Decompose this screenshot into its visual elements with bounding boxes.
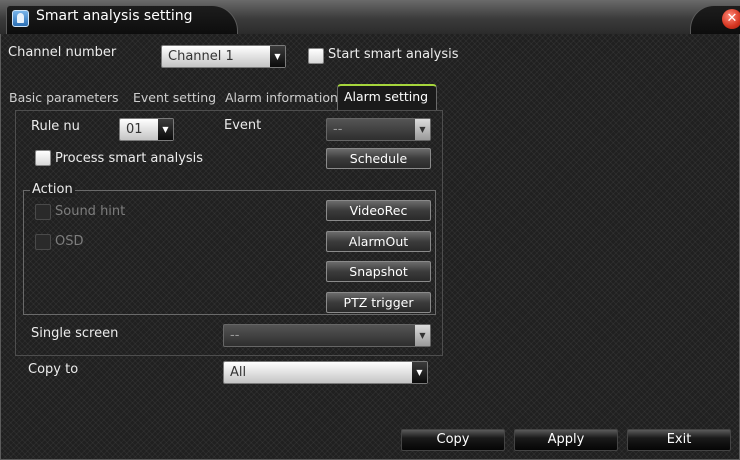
event-select[interactable]: -- ▼ <box>326 118 431 141</box>
chevron-down-icon: ▼ <box>412 362 427 383</box>
tab-event-setting[interactable]: Event setting <box>133 86 216 110</box>
event-label: Event <box>224 118 262 133</box>
start-smart-analysis-checkbox[interactable] <box>308 48 324 64</box>
copy-to-value: All <box>230 365 247 380</box>
sound-hint-checkbox[interactable] <box>35 204 51 220</box>
start-smart-analysis-label: Start smart analysis <box>328 47 459 62</box>
sound-hint-label: Sound hint <box>55 204 126 219</box>
chevron-down-icon: ▼ <box>415 119 430 140</box>
chevron-down-icon: ▼ <box>270 46 285 67</box>
tab-alarm-setting[interactable]: Alarm setting <box>337 84 438 110</box>
schedule-button[interactable]: Schedule <box>326 148 431 169</box>
copy-button[interactable]: Copy <box>401 429 505 451</box>
camera-icon <box>12 10 29 27</box>
videorec-button[interactable]: VideoRec <box>326 200 431 221</box>
channel-select[interactable]: Channel 1 ▼ <box>161 45 286 68</box>
event-select-value: -- <box>333 122 343 137</box>
rule-number-value: 01 <box>126 122 143 137</box>
process-smart-analysis-label: Process smart analysis <box>55 151 204 166</box>
snapshot-button[interactable]: Snapshot <box>326 261 431 282</box>
channel-select-value: Channel 1 <box>168 49 234 64</box>
ptz-trigger-button[interactable]: PTZ trigger <box>326 292 431 313</box>
tab-basic-parameters[interactable]: Basic parameters <box>9 86 119 110</box>
close-icon[interactable]: ✕ <box>722 9 740 29</box>
process-smart-analysis-checkbox[interactable] <box>35 150 51 166</box>
chevron-down-icon: ▼ <box>158 119 173 140</box>
tab-alarm-information[interactable]: Alarm information <box>225 86 338 110</box>
exit-button[interactable]: Exit <box>627 429 731 451</box>
chevron-down-icon: ▼ <box>415 325 430 346</box>
channel-number-label: Channel number <box>8 45 117 60</box>
rule-number-select[interactable]: 01 ▼ <box>119 118 174 141</box>
window-title: Smart analysis setting <box>36 8 193 24</box>
apply-button[interactable]: Apply <box>514 429 618 451</box>
osd-label: OSD <box>55 234 84 249</box>
action-group-label: Action <box>30 182 75 197</box>
alarmout-button[interactable]: AlarmOut <box>326 231 431 252</box>
single-screen-select[interactable]: -- ▼ <box>223 324 431 347</box>
osd-checkbox[interactable] <box>35 234 51 250</box>
single-screen-label: Single screen <box>31 326 119 341</box>
rule-number-label: Rule nu <box>31 119 80 134</box>
copy-to-select[interactable]: All ▼ <box>223 361 428 384</box>
copy-to-label: Copy to <box>28 362 79 377</box>
single-screen-value: -- <box>230 328 240 343</box>
